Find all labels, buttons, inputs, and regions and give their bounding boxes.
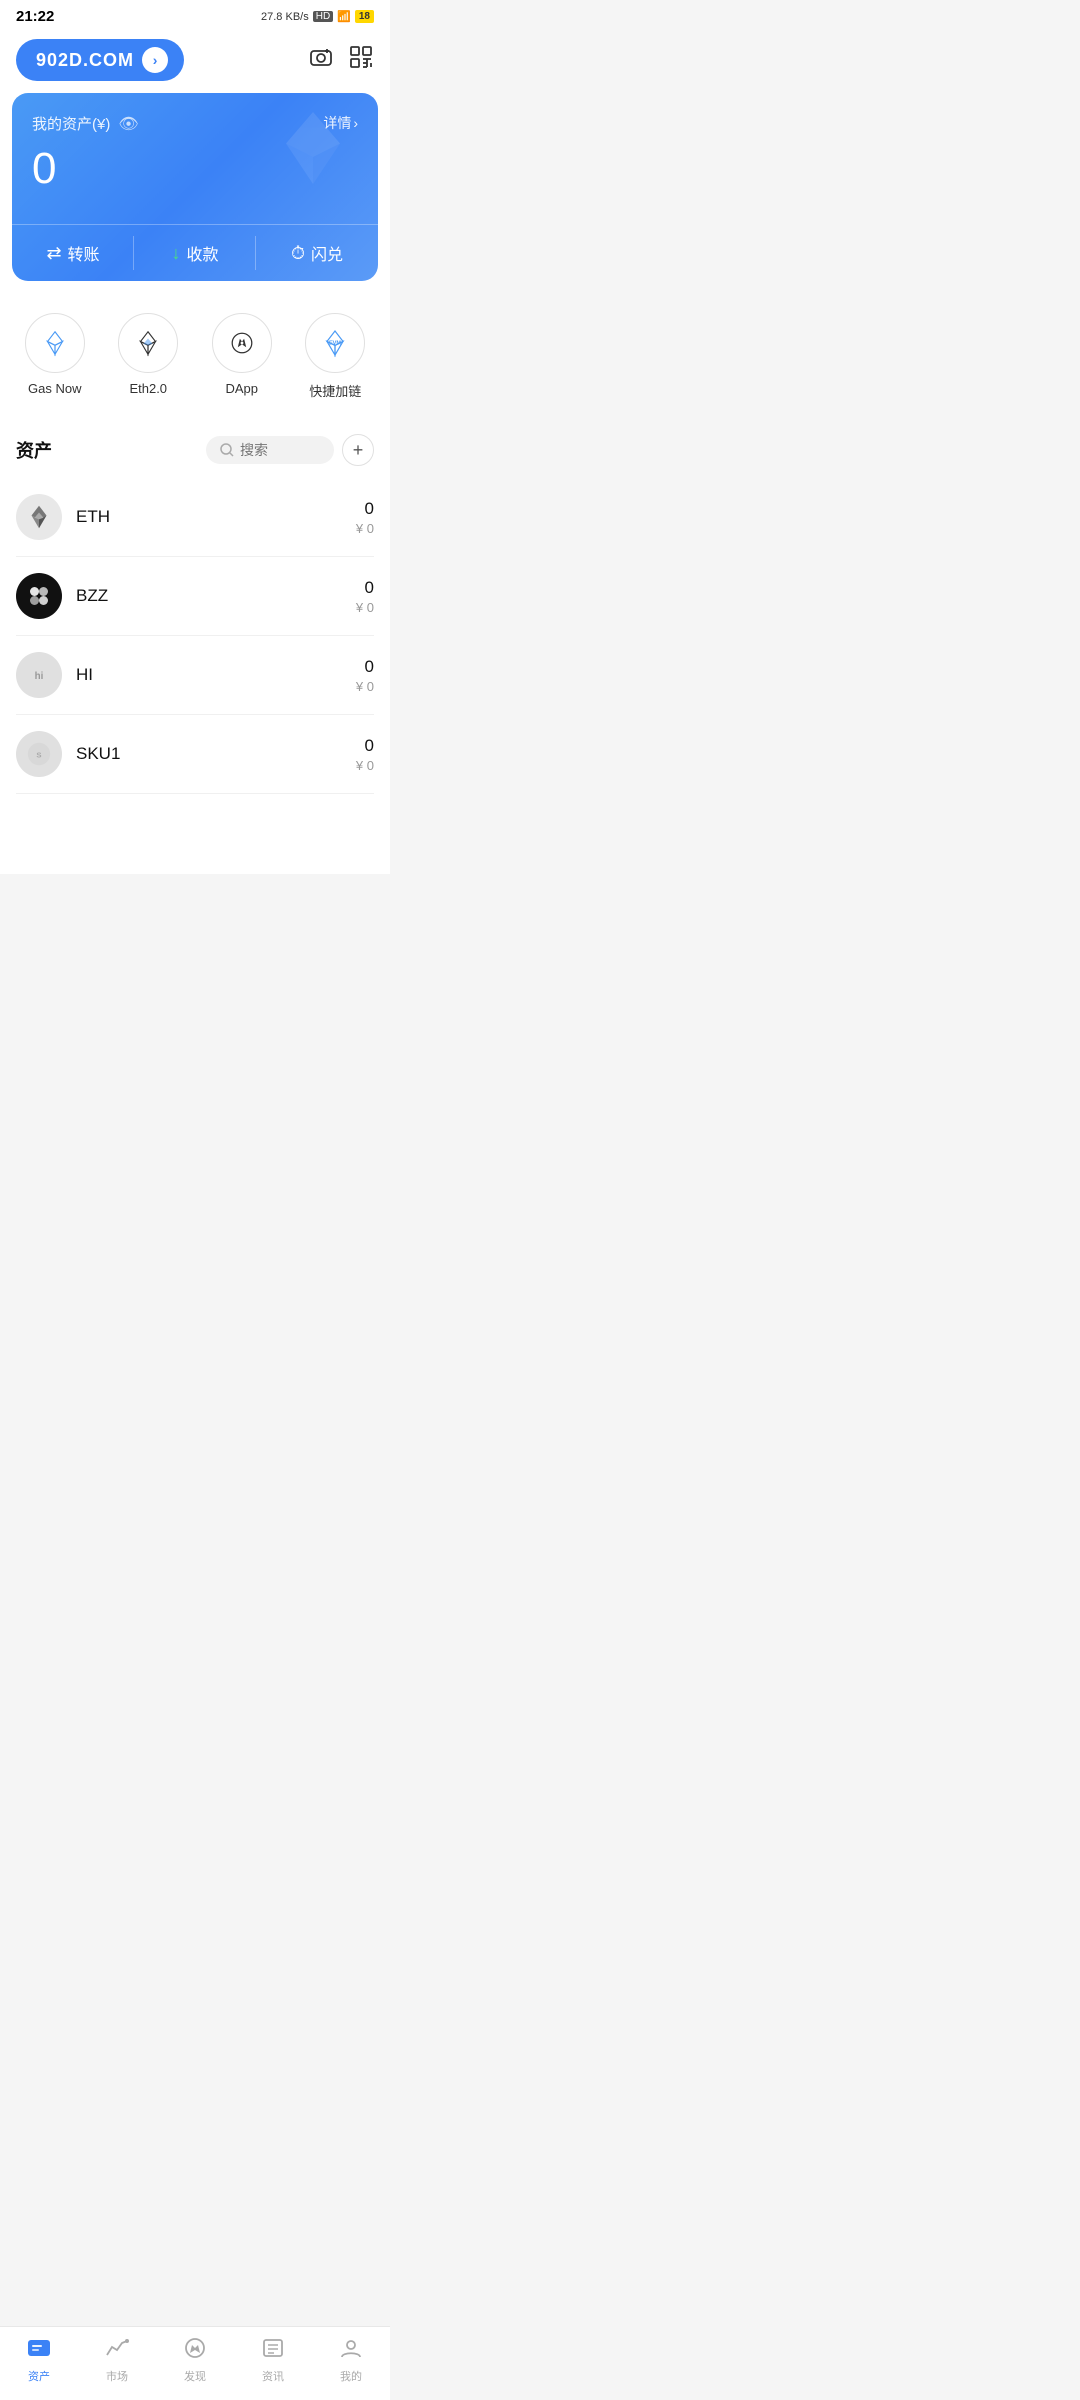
table-row[interactable]: hi HI 0 ¥ 0 (16, 636, 374, 715)
receive-icon: ↓ (171, 243, 180, 264)
header-actions (308, 44, 374, 76)
sku1-cny: ¥ 0 (356, 758, 374, 773)
quick-menu: Gas Now Eth2.0 DA (0, 297, 390, 408)
signal-icon: 📶 (337, 10, 351, 23)
search-input-wrapper[interactable] (206, 436, 334, 464)
table-row[interactable]: ETH 0 ¥ 0 (16, 478, 374, 557)
assets-section: 资产 + (0, 418, 390, 794)
discover-nav-icon (182, 2337, 208, 2364)
receive-label: 收款 (186, 241, 218, 265)
flash-swap-label: 闪兑 (311, 241, 343, 265)
chain-label: 快捷加链 (309, 381, 361, 400)
mine-nav-label: 我的 (340, 2368, 362, 2384)
search-bar: + (206, 434, 374, 466)
dapp-icon-circle (212, 313, 272, 373)
eth-cny: ¥ 0 (356, 521, 374, 536)
nav-item-news[interactable]: 资讯 (243, 2337, 303, 2384)
hd-badge: HD (313, 11, 333, 22)
asset-name-sku1: SKU1 (76, 744, 342, 764)
bzz-logo (16, 573, 62, 619)
sku1-amount: 0 (356, 736, 374, 756)
search-input[interactable] (240, 442, 320, 458)
nav-item-mine[interactable]: 我的 (321, 2337, 381, 2384)
gas-now-icon-circle (25, 313, 85, 373)
mine-nav-icon (338, 2337, 364, 2364)
asset-label: 我的资产(¥) 👁 (32, 113, 139, 134)
flash-swap-button[interactable]: ⏱ 闪兑 (256, 225, 378, 281)
eth2-label: Eth2.0 (129, 381, 167, 396)
header: 902D.COM › (0, 29, 390, 93)
market-nav-label: 市场 (106, 2368, 128, 2384)
battery-icon: 18 (355, 10, 374, 23)
assets-nav-label: 资产 (28, 2368, 50, 2384)
asset-actions: ⇄ 转账 ↓ 收款 ⏱ 闪兑 (12, 224, 378, 281)
eth2-icon-circle (118, 313, 178, 373)
asset-amounts-sku1: 0 ¥ 0 (356, 736, 374, 773)
market-nav-icon (104, 2337, 130, 2364)
transfer-button[interactable]: ⇄ 转账 (12, 225, 134, 281)
bottom-nav: 资产 市场 发现 资讯 (0, 2326, 390, 2400)
hi-amount: 0 (356, 657, 374, 677)
dapp-label: DApp (225, 381, 258, 396)
nav-item-assets[interactable]: 资产 (9, 2337, 69, 2384)
search-icon (220, 443, 234, 457)
asset-amounts-hi: 0 ¥ 0 (356, 657, 374, 694)
eye-icon[interactable]: 👁 (118, 114, 138, 134)
content-area: 我的资产(¥) 👁 详情 › 0 ⇄ 转账 ↓ 收款 (0, 93, 390, 874)
chain-icon-circle: EVM (305, 313, 365, 373)
network-speed: 27.8 KB/s (261, 11, 309, 23)
hi-cny: ¥ 0 (356, 679, 374, 694)
svg-text:S: S (36, 751, 41, 760)
brand-text: 902D.COM (36, 50, 134, 71)
camera-add-icon[interactable] (308, 44, 334, 76)
flash-swap-icon: ⏱ (291, 243, 305, 264)
asset-card: 我的资产(¥) 👁 详情 › 0 ⇄ 转账 ↓ 收款 (12, 93, 378, 281)
discover-nav-label: 发现 (184, 2368, 206, 2384)
svg-text:hi: hi (35, 671, 44, 682)
sku1-logo: S (16, 731, 62, 777)
nav-item-market[interactable]: 市场 (87, 2337, 147, 2384)
status-time: 21:22 (16, 8, 54, 25)
asset-name-hi: HI (76, 665, 342, 685)
news-nav-label: 资讯 (262, 2368, 284, 2384)
asset-name-eth: ETH (76, 507, 342, 527)
table-row[interactable]: S SKU1 0 ¥ 0 (16, 715, 374, 794)
quick-item-eth2[interactable]: Eth2.0 (118, 313, 178, 400)
bzz-amount: 0 (356, 578, 374, 598)
status-icons: 27.8 KB/s HD 📶 18 (261, 10, 374, 23)
svg-text:EVM: EVM (329, 341, 341, 347)
table-row[interactable]: BZZ 0 ¥ 0 (16, 557, 374, 636)
eth-logo (16, 494, 62, 540)
receive-button[interactable]: ↓ 收款 (134, 225, 256, 281)
assets-header: 资产 + (16, 434, 374, 466)
scan-icon[interactable] (348, 44, 374, 76)
quick-item-chain[interactable]: EVM 快捷加链 (305, 313, 365, 400)
bzz-cny: ¥ 0 (356, 600, 374, 615)
brand-button[interactable]: 902D.COM › (16, 39, 184, 81)
transfer-label: 转账 (68, 241, 100, 265)
status-bar: 21:22 27.8 KB/s HD 📶 18 (0, 0, 390, 29)
asset-amounts-bzz: 0 ¥ 0 (356, 578, 374, 615)
quick-item-dapp[interactable]: DApp (212, 313, 272, 400)
news-nav-icon (260, 2337, 286, 2364)
eth-amount: 0 (356, 499, 374, 519)
hi-logo: hi (16, 652, 62, 698)
gas-now-label: Gas Now (28, 381, 81, 396)
quick-item-gas-now[interactable]: Gas Now (25, 313, 85, 400)
nav-item-discover[interactable]: 发现 (165, 2337, 225, 2384)
asset-list: ETH 0 ¥ 0 BZZ 0 (16, 478, 374, 794)
assets-title: 资产 (16, 437, 52, 463)
asset-name-bzz: BZZ (76, 586, 342, 606)
transfer-icon: ⇄ (46, 243, 61, 264)
add-asset-button[interactable]: + (342, 434, 374, 466)
assets-nav-icon (26, 2337, 52, 2364)
brand-arrow-icon: › (142, 47, 168, 73)
asset-amounts-eth: 0 ¥ 0 (356, 499, 374, 536)
eth-watermark (268, 103, 358, 198)
